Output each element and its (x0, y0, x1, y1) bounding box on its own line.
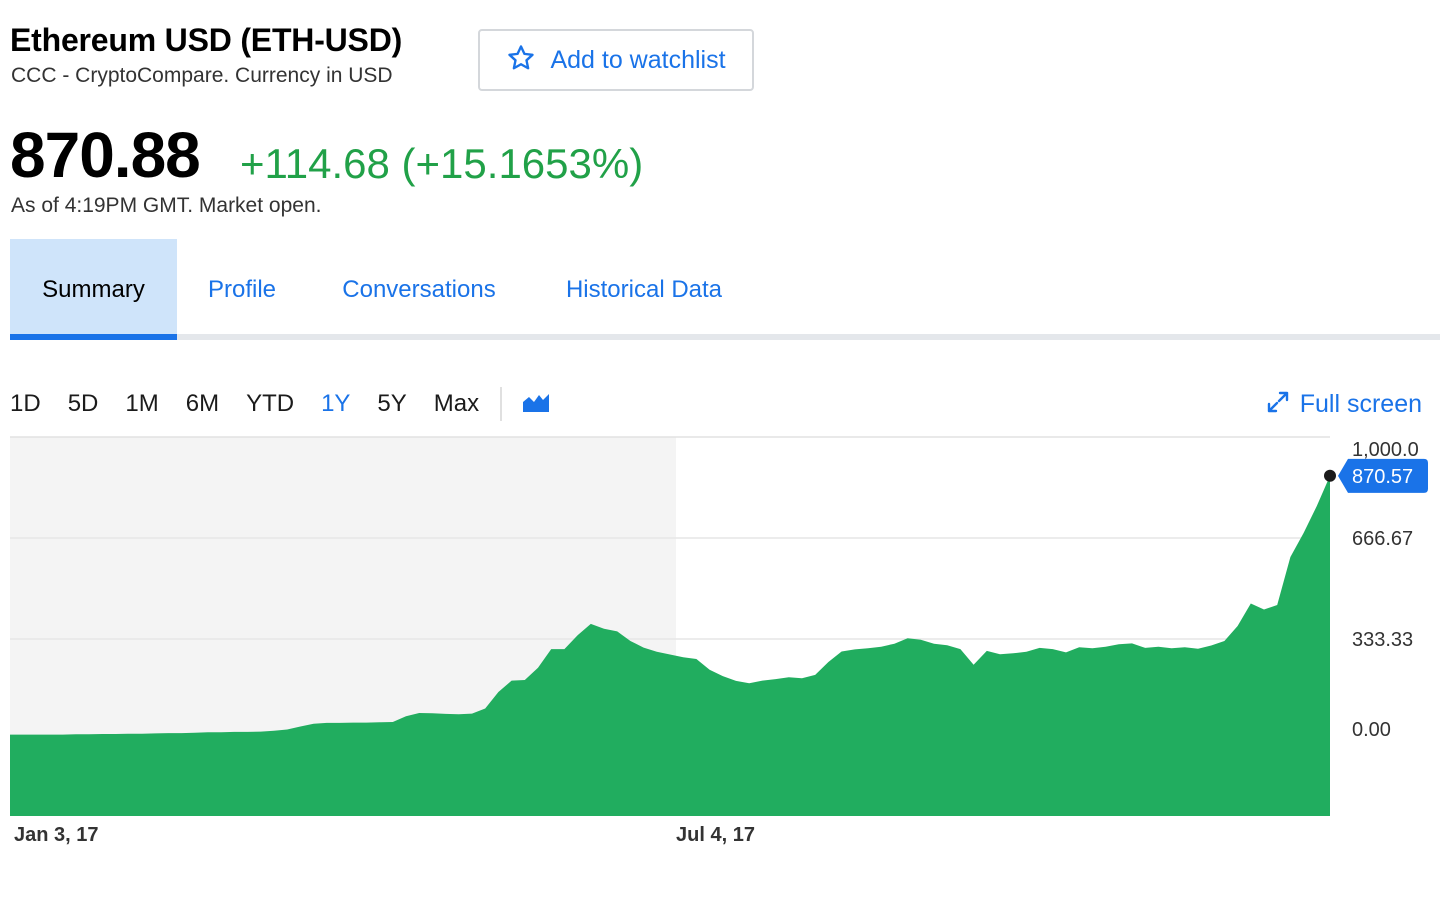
current-price-marker: 870.57 (1324, 458, 1428, 493)
tab-conversations[interactable]: Conversations (322, 239, 516, 340)
range-1m[interactable]: 1M (125, 390, 158, 418)
exchange-subtitle: CCC - CryptoCompare. Currency in USD (11, 64, 393, 87)
tab-profile[interactable]: Profile (192, 239, 292, 340)
full-screen-label: Full screen (1299, 390, 1422, 418)
current-price: 870.88 (10, 119, 201, 191)
full-screen-button[interactable]: Full screen (1266, 390, 1422, 419)
range-1d[interactable]: 1D (10, 390, 41, 418)
y-tick-label: 1,000.0 (1352, 439, 1419, 461)
price-change: +114.68 (+15.1653%) (240, 140, 644, 187)
page-title: Ethereum USD (ETH-USD) (10, 22, 403, 58)
range-ytd[interactable]: YTD (246, 390, 294, 418)
price-area-chart[interactable]: 1,000.0 666.67 333.33 0.00 Jan 3, 17 Jul 4,… (0, 430, 1440, 870)
market-status: As of 4:19PM GMT. Market open. (11, 194, 322, 217)
range-divider (500, 387, 503, 421)
mountain-chart-icon[interactable] (522, 390, 550, 419)
current-price-dot (1324, 469, 1336, 482)
y-tick-label: 666.67 (1352, 528, 1413, 550)
range-1y[interactable]: 1Y (321, 390, 350, 418)
range-max[interactable]: Max (434, 390, 479, 418)
expand-arrows-icon (1266, 390, 1290, 419)
quote-tabs: Summary Profile Conversations Historical… (10, 239, 1440, 340)
quote-page: Ethereum USD (ETH-USD) CCC - CryptoCompa… (0, 0, 1440, 905)
tab-summary[interactable]: Summary (10, 239, 177, 340)
current-price-label: 870.57 (1352, 466, 1413, 488)
add-to-watchlist-button[interactable]: Add to watchlist (478, 29, 754, 91)
add-to-watchlist-label: Add to watchlist (550, 45, 726, 74)
range-6m[interactable]: 6M (186, 390, 219, 418)
x-tick-label: Jul 4, 17 (676, 824, 755, 846)
x-tick-label: Jan 3, 17 (14, 824, 99, 846)
y-tick-label: 333.33 (1352, 629, 1413, 651)
range-5d[interactable]: 5D (68, 390, 99, 418)
star-icon (506, 43, 536, 78)
range-5y[interactable]: 5Y (377, 390, 406, 418)
y-tick-label: 0.00 (1352, 719, 1391, 741)
tab-historical-data[interactable]: Historical Data (546, 239, 742, 340)
range-selector: 1D 5D 1M 6M YTD 1Y 5Y Max (10, 384, 550, 424)
